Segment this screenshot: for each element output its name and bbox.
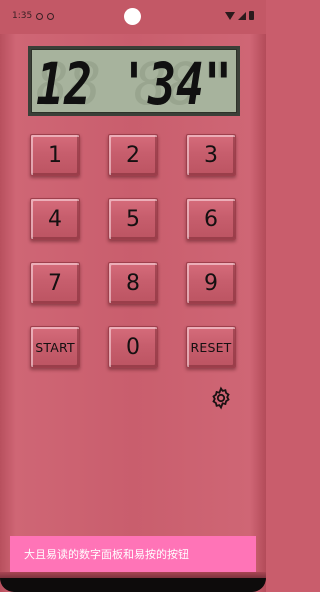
key-0[interactable]: 0 (108, 326, 158, 368)
key-3[interactable]: 3 (186, 134, 236, 176)
lcd-digits: 88 88" 12 '34" (36, 50, 232, 112)
signal-icon (238, 11, 246, 20)
navigation-bar (0, 578, 266, 592)
key-8[interactable]: 8 (108, 262, 158, 304)
camera-cutout (124, 8, 141, 25)
status-bar: 1:35 (0, 0, 266, 34)
gear-icon[interactable] (209, 386, 233, 410)
start-button[interactable]: START (30, 326, 80, 368)
sync-icon (47, 12, 55, 20)
notification-icon (36, 12, 44, 20)
key-6[interactable]: 6 (186, 198, 236, 240)
key-2[interactable]: 2 (108, 134, 158, 176)
key-4[interactable]: 4 (30, 198, 80, 240)
app-screen: 1:35 88 88" 12 '34" 1 2 3 4 5 6 7 8 9 ST… (0, 0, 266, 592)
lcd-display: 88 88" 12 '34" (28, 46, 240, 116)
battery-icon (249, 11, 254, 20)
key-5[interactable]: 5 (108, 198, 158, 240)
key-1[interactable]: 1 (30, 134, 80, 176)
reset-button[interactable]: RESET (186, 326, 236, 368)
wifi-icon (225, 11, 235, 20)
status-time: 1:35 (12, 11, 33, 21)
key-7[interactable]: 7 (30, 262, 80, 304)
lcd-time-value: 12 '34" (36, 50, 232, 112)
key-9[interactable]: 9 (186, 262, 236, 304)
toast-message: 大且易读的数字面板和易按的按钮 (10, 536, 256, 572)
